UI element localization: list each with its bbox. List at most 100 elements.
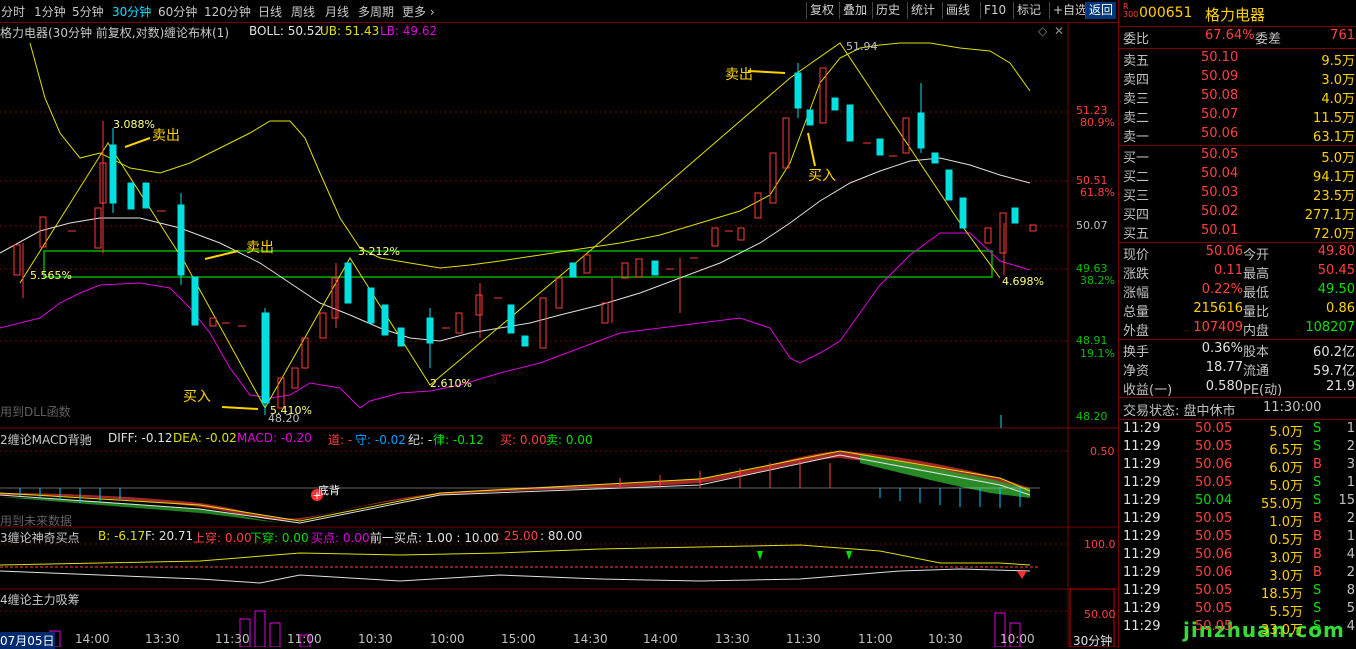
macd-diff: DIFF: -0.12 xyxy=(108,431,173,445)
diamond-icon[interactable]: ◇ xyxy=(1038,24,1047,38)
tick-time: 11:29 xyxy=(1123,439,1161,454)
close-panel-icon[interactable]: ✕ xyxy=(1054,24,1064,38)
magic-axis-label: 100.0 xyxy=(1084,538,1116,551)
stat-value: 0.580 xyxy=(1205,379,1243,394)
macd-dea: DEA: -0.02 xyxy=(173,431,237,445)
period-tab-month[interactable]: 月线 xyxy=(325,3,349,20)
magic-up: 上穿: 0.00 xyxy=(193,531,252,545)
time-axis-label: 11:30 xyxy=(786,632,821,646)
indicator-name: 缠论布林(1) xyxy=(164,26,229,40)
ask-row[interactable]: 卖二 50.07 11.5万 xyxy=(1123,107,1355,126)
tick-direction: B xyxy=(1313,457,1322,472)
bid-row[interactable]: 买五 50.01 72.0万 xyxy=(1123,223,1355,242)
f10-button[interactable]: F10 xyxy=(980,2,1009,19)
period-indicator[interactable]: 30分钟 xyxy=(1073,632,1112,649)
stock-name: 格力电器 xyxy=(1205,6,1266,24)
weibi-row: 委比 67.64% 委差 761 xyxy=(1123,28,1355,47)
tick-time: 11:29 xyxy=(1123,493,1161,508)
pct-axis-label: 61.8% xyxy=(1080,186,1115,199)
fuquan-button[interactable]: 复权 xyxy=(806,2,837,19)
magic-prev: 前一买点: 1.00 : 10.00 xyxy=(370,531,499,545)
bid-label: 买三 xyxy=(1123,189,1150,204)
ask-row[interactable]: 卖一 50.06 63.1万 xyxy=(1123,126,1355,145)
ask-price: 50.06 xyxy=(1201,126,1239,141)
ask-label: 卖一 xyxy=(1123,130,1150,145)
magic-f: F: 20.71 xyxy=(145,529,194,543)
tick-price: 50.05 xyxy=(1195,511,1233,526)
period-tab-120min[interactable]: 120分钟 xyxy=(204,3,251,20)
draw-line-button[interactable]: 画线 xyxy=(942,2,973,19)
period-tab-week[interactable]: 周线 xyxy=(291,3,315,20)
period-tab-60min[interactable]: 60分钟 xyxy=(158,3,197,20)
bid-row[interactable]: 买一 50.05 5.0万 xyxy=(1123,147,1355,166)
buy-signal-label: 买入 xyxy=(183,389,211,405)
ask-row[interactable]: 卖三 50.08 4.0万 xyxy=(1123,88,1355,107)
period-tab-fenshi[interactable]: 分时 xyxy=(1,3,25,20)
stat-label: 现价 xyxy=(1123,248,1150,263)
bid-row[interactable]: 买四 50.02 277.1万 xyxy=(1123,204,1355,223)
bid-volume: 5.0万 xyxy=(1321,151,1355,166)
bid-row[interactable]: 买二 50.04 94.1万 xyxy=(1123,166,1355,185)
kline-chart-area[interactable]: + xyxy=(0,23,1118,647)
tick-volume: 6.0万 xyxy=(1269,461,1303,476)
ask-row[interactable]: 卖四 50.09 3.0万 xyxy=(1123,69,1355,88)
stat-row: 涨幅 0.22% 最低 49.50 xyxy=(1123,282,1355,301)
tick-count: 4 xyxy=(1346,547,1355,562)
tick-price: 50.06 xyxy=(1195,457,1233,472)
stat-label: 换手 xyxy=(1123,345,1150,360)
macd-extra: 道: - xyxy=(328,433,353,447)
tick-price: 50.05 xyxy=(1195,475,1233,490)
overlay-button[interactable]: 叠加 xyxy=(839,2,870,19)
tick-count: 5 xyxy=(1346,601,1355,616)
pct-annotation: 5.565% xyxy=(30,269,72,282)
weicha-label: 委差 xyxy=(1255,32,1282,47)
period-tab-5min[interactable]: 5分钟 xyxy=(72,3,104,20)
stat-value: 0.86 xyxy=(1326,301,1355,316)
period-tab-1min[interactable]: 1分钟 xyxy=(34,3,66,20)
tick-direction: S xyxy=(1313,619,1322,634)
tick-volume: 0.5万 xyxy=(1269,533,1303,548)
sell-signal-label: 卖出 xyxy=(152,128,180,144)
period-tab-day[interactable]: 日线 xyxy=(258,3,282,20)
ask-label: 卖四 xyxy=(1123,73,1150,88)
back-button[interactable]: 返回 xyxy=(1085,2,1117,19)
tick-row: 11:29 50.06 3.0万 B 2 xyxy=(1123,565,1355,584)
stat-label: PE(动) xyxy=(1243,383,1283,398)
macd-green-area xyxy=(860,455,1030,498)
ask-volume: 63.1万 xyxy=(1313,130,1355,145)
trade-status-time: 11:30:00 xyxy=(1263,400,1322,415)
tick-direction: S xyxy=(1313,493,1322,508)
tick-direction: B xyxy=(1313,565,1322,580)
tick-price: 50.05 xyxy=(1195,619,1233,634)
boll-value: BOLL: 50.52 xyxy=(249,24,323,38)
stat-value: 50.45 xyxy=(1317,263,1355,278)
stat-label: 最低 xyxy=(1243,286,1270,301)
ask-row[interactable]: 卖五 50.10 9.5万 xyxy=(1123,50,1355,69)
stats-button[interactable]: 统计 xyxy=(907,2,938,19)
low-price-mark: 48.20 xyxy=(268,412,300,425)
magic-f-line xyxy=(0,568,1031,584)
pct-annotation: 4.698% xyxy=(1002,275,1044,288)
trade-status-row: 交易状态: 盘中休市 11:30:00 xyxy=(1123,400,1355,419)
period-tab-30min[interactable]: 30分钟 xyxy=(112,3,151,20)
time-axis-label: 13:30 xyxy=(715,632,750,646)
tick-row: 11:29 50.06 6.0万 B 3 xyxy=(1123,457,1355,476)
time-axis-label: 14:00 xyxy=(75,632,110,646)
time-axis-label: 11:00 xyxy=(858,632,893,646)
add-watchlist-button[interactable]: +自选 xyxy=(1049,2,1090,19)
time-axis-label: 11:00 xyxy=(287,632,322,646)
time-axis-label: 10:30 xyxy=(928,632,963,646)
tick-row: 11:29 50.05 0.5万 B 1 xyxy=(1123,529,1355,548)
time-axis-label: 10:00 xyxy=(1000,632,1035,646)
period-tab-multi[interactable]: 多周期 xyxy=(358,3,394,20)
weibi-label: 委比 xyxy=(1123,32,1150,47)
ask-volume: 11.5万 xyxy=(1313,111,1355,126)
mark-button[interactable]: 标记 xyxy=(1013,2,1044,19)
weicha-value: 761 xyxy=(1330,28,1355,43)
tick-volume: 3.0万 xyxy=(1269,551,1303,566)
period-tab-more[interactable]: 更多 › xyxy=(402,3,435,20)
stat-label: 今开 xyxy=(1243,248,1270,263)
history-button[interactable]: 历史 xyxy=(872,2,903,19)
bid-row[interactable]: 买三 50.03 23.5万 xyxy=(1123,185,1355,204)
bid-price: 50.01 xyxy=(1201,223,1239,238)
